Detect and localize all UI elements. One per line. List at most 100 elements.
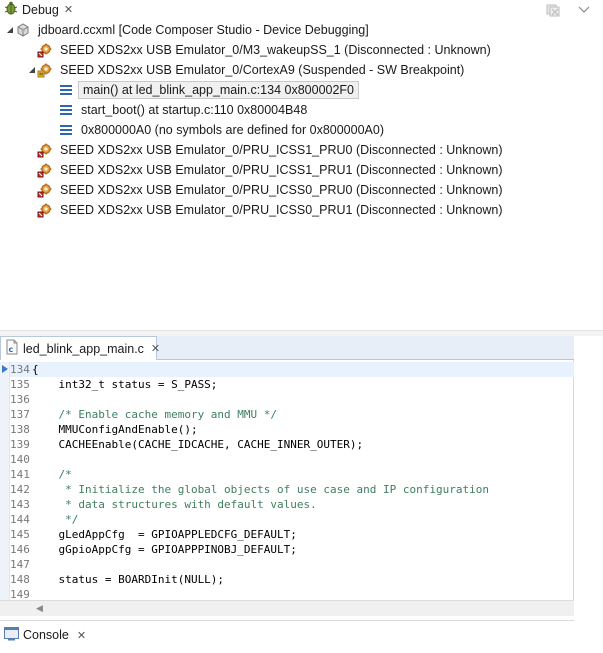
tree-expanded-icon[interactable] — [27, 60, 37, 80]
debug-tree-item[interactable]: SEED XDS2xx USB Emulator_0/M3_wakeupSS_1… — [27, 40, 494, 60]
console-icon — [4, 626, 19, 644]
view-menu-icon[interactable] — [575, 2, 593, 18]
stack-frame-icon — [58, 102, 74, 118]
remove-all-terminated-icon[interactable] — [545, 2, 563, 18]
code-line[interactable]: 135 int32_t status = S_PASS; — [10, 377, 574, 392]
debug-tree-item-label: main() at led_blink_app_main.c:134 0x800… — [78, 81, 360, 99]
debug-tree-item[interactable]: SEED XDS2xx USB Emulator_0/PRU_ICSS1_PRU… — [27, 160, 506, 180]
editor-view: c led_blink_app_main.c ✕ 134{135 int32_t… — [0, 336, 574, 616]
debug-tree-item-label: SEED XDS2xx USB Emulator_0/PRU_ICSS0_PRU… — [60, 183, 503, 197]
stack-frame-icon — [58, 122, 74, 138]
code-comment: /* — [32, 468, 72, 481]
close-icon[interactable]: ✕ — [77, 629, 86, 642]
code-line[interactable]: 145 gLedAppCfg = GPIOAPPLEDCFG_DEFAULT; — [10, 527, 574, 542]
disconnected-core-icon — [37, 182, 53, 198]
code-text: CACHEEnable(CACHE_IDCACHE, CACHE_INNER_O… — [32, 438, 364, 451]
code-line[interactable]: 139 CACHEEnable(CACHE_IDCACHE, CACHE_INN… — [10, 437, 574, 452]
line-number: 145 — [10, 528, 30, 541]
disconnected-core-icon — [37, 42, 53, 58]
code-comment: */ — [32, 513, 79, 526]
tree-expanded-icon[interactable] — [5, 20, 15, 40]
debug-tree-item-label: SEED XDS2xx USB Emulator_0/CortexA9 (Sus… — [60, 63, 465, 77]
code-line[interactable]: 148 status = BOARDInit(NULL); — [10, 572, 574, 587]
debug-view-title: Debug — [22, 2, 59, 17]
code-text: MMUConfigAndEnable(); — [32, 423, 198, 436]
code-line[interactable]: 141 /* — [10, 467, 574, 482]
scroll-left-icon[interactable]: ◀ — [36, 603, 43, 614]
code-line[interactable]: 144 */ — [10, 512, 574, 527]
suspended-core-icon — [37, 62, 53, 78]
code-text: gGpioAppCfg = GPIOAPPPINOBJ_DEFAULT; — [32, 543, 297, 556]
line-number: 147 — [10, 558, 30, 571]
line-number: 143 — [10, 498, 30, 511]
debug-view: Debug ✕ jdboard.ccxml [Code Composer Stu… — [0, 0, 603, 330]
console-view: Console ✕ — [0, 620, 574, 653]
code-comment: /* Enable cache memory and MMU */ — [32, 408, 278, 421]
debug-tree-item[interactable]: start_boot() at startup.c:110 0x80004B48 — [48, 100, 310, 120]
instruction-pointer-icon — [1, 364, 9, 373]
line-number: 140 — [10, 453, 30, 466]
code-line[interactable]: 140 — [10, 452, 574, 467]
line-number: 141 — [10, 468, 30, 481]
code-text: { — [32, 363, 39, 376]
line-number: 146 — [10, 543, 30, 556]
debug-tree-item[interactable]: main() at led_blink_app_main.c:134 0x800… — [48, 80, 360, 100]
code-text: int32_t status = S_PASS; — [32, 378, 218, 391]
line-number: 144 — [10, 513, 30, 526]
line-number: 138 — [10, 423, 30, 436]
code-line[interactable]: 136 — [10, 392, 574, 407]
code-area[interactable]: 134{135 int32_t status = S_PASS; 136 137 /… — [0, 362, 574, 601]
code-text: gLedAppCfg = GPIOAPPLEDCFG_DEFAULT; — [32, 528, 297, 541]
code-line[interactable]: 138 MMUConfigAndEnable(); — [10, 422, 574, 437]
debug-tree-item[interactable]: SEED XDS2xx USB Emulator_0/PRU_ICSS0_PRU… — [27, 200, 506, 220]
line-number: 137 — [10, 408, 30, 421]
editor-tabbar: c led_blink_app_main.c ✕ — [0, 336, 574, 360]
close-icon[interactable]: ✕ — [151, 342, 160, 355]
debug-tree-item[interactable]: SEED XDS2xx USB Emulator_0/CortexA9 (Sus… — [27, 60, 467, 80]
code-line[interactable]: 146 gGpioAppCfg = GPIOAPPPINOBJ_DEFAULT; — [10, 542, 574, 557]
line-number: 134 — [10, 363, 30, 376]
debug-tree-item[interactable]: SEED XDS2xx USB Emulator_0/PRU_ICSS1_PRU… — [27, 140, 506, 160]
overview-ruler[interactable] — [0, 362, 10, 600]
right-trim — [574, 336, 603, 653]
line-number: 139 — [10, 438, 30, 451]
line-number: 142 — [10, 483, 30, 496]
debug-tree-item-label: jdboard.ccxml [Code Composer Studio - De… — [38, 23, 369, 37]
editor-tab-label: led_blink_app_main.c — [23, 341, 144, 356]
close-icon[interactable]: ✕ — [64, 3, 73, 16]
debug-tree-item[interactable]: 0x800000A0 (no symbols are defined for 0… — [48, 120, 387, 140]
debug-tree-item-label: 0x800000A0 (no symbols are defined for 0… — [81, 123, 384, 137]
line-number: 136 — [10, 393, 30, 406]
debug-tree-item-label: SEED XDS2xx USB Emulator_0/PRU_ICSS0_PRU… — [60, 203, 503, 217]
editor-tab-led-blink-app-main[interactable]: c led_blink_app_main.c ✕ — [0, 336, 160, 360]
debug-tree-item-label: start_boot() at startup.c:110 0x80004B48 — [81, 103, 308, 117]
stack-frame-icon — [58, 82, 74, 98]
debug-tree-item[interactable]: jdboard.ccxml [Code Composer Studio - De… — [5, 20, 372, 40]
disconnected-core-icon — [37, 202, 53, 218]
debug-view-tab[interactable]: Debug ✕ — [0, 0, 78, 19]
code-line[interactable]: 143 * data structures with default value… — [10, 497, 574, 512]
debug-tree-item-label: SEED XDS2xx USB Emulator_0/M3_wakeupSS_1… — [60, 43, 491, 57]
console-view-tab[interactable]: Console ✕ — [0, 626, 86, 644]
horizontal-scrollbar[interactable]: ◀ — [0, 600, 574, 616]
config-file-icon — [15, 22, 31, 38]
code-line[interactable]: 134{ — [10, 362, 574, 377]
code-line[interactable]: 142 * Initialize the global objects of u… — [10, 482, 574, 497]
code-line[interactable]: 147 — [10, 557, 574, 572]
line-number: 148 — [10, 573, 30, 586]
code-comment: * Initialize the global objects of use c… — [32, 483, 489, 496]
c-file-icon: c — [4, 339, 20, 358]
code-line[interactable]: 137 /* Enable cache memory and MMU */ — [10, 407, 574, 422]
debug-tree-item[interactable]: SEED XDS2xx USB Emulator_0/PRU_ICSS0_PRU… — [27, 180, 506, 200]
line-number: 135 — [10, 378, 30, 391]
code-text: status = BOARDInit(NULL); — [32, 573, 225, 586]
debug-tree-item-label: SEED XDS2xx USB Emulator_0/PRU_ICSS1_PRU… — [60, 163, 503, 177]
svg-text:c: c — [9, 345, 14, 354]
